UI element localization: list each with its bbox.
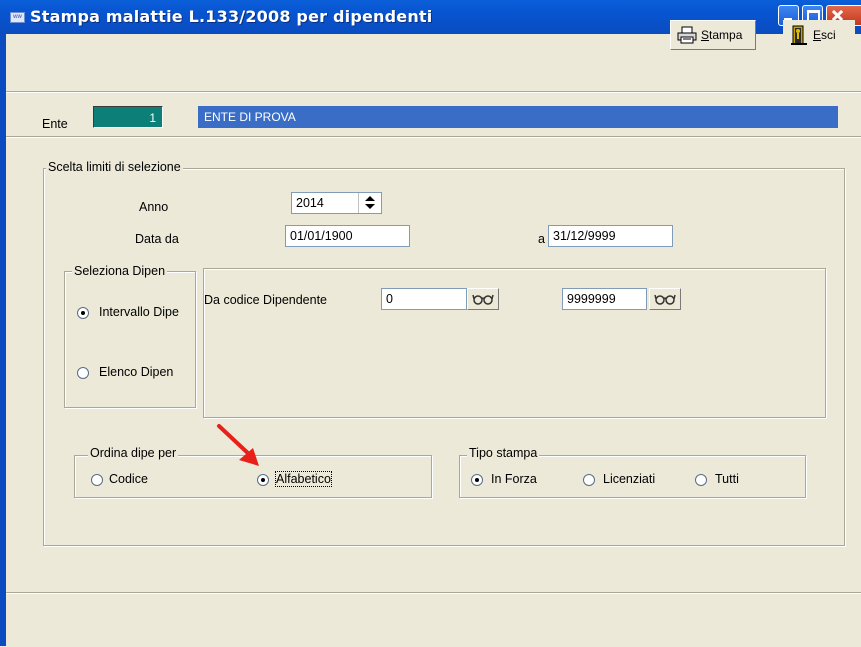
red-arrow-icon	[217, 424, 259, 466]
stampa-button[interactable]: Stampa	[670, 20, 756, 50]
data-a-label: a	[538, 232, 545, 246]
spin-up-icon[interactable]	[365, 196, 375, 201]
printer-icon	[677, 26, 697, 44]
elenco-dipen-radio[interactable]	[77, 367, 89, 379]
ente-code-field[interactable]: 1	[93, 106, 163, 128]
tipo-stampa-title: Tipo stampa	[467, 446, 540, 460]
data-da-label: Data da	[135, 232, 179, 246]
exit-door-icon	[791, 25, 807, 45]
alfabetico-label[interactable]: Alfabetico	[275, 471, 332, 487]
intervallo-dipe-radio[interactable]	[77, 307, 89, 319]
anno-spinner[interactable]	[358, 193, 381, 213]
glasses-lookup-icon[interactable]	[467, 288, 499, 310]
glasses-lookup-icon[interactable]	[649, 288, 681, 310]
app-icon: ww	[10, 12, 25, 23]
ordina-dipe-title: Ordina dipe per	[88, 446, 179, 460]
da-codice-field[interactable]: 0	[381, 288, 467, 310]
dipendenti-range-panel	[203, 268, 826, 418]
selection-limits-title: Scelta limiti di selezione	[46, 160, 183, 174]
alfabetico-radio[interactable]	[257, 474, 269, 486]
glasses-icon	[472, 294, 494, 305]
da-codice-label: Da codice Dipendente	[204, 293, 327, 307]
anno-label: Anno	[139, 200, 169, 214]
intervallo-dipe-label[interactable]: Intervallo Dipe	[99, 305, 179, 319]
tutti-label[interactable]: Tutti	[715, 472, 739, 486]
stampa-label-accel: S	[701, 28, 710, 42]
glasses-icon	[654, 294, 676, 305]
elenco-dipen-label[interactable]: Elenco Dipen	[99, 365, 173, 379]
codice-radio[interactable]	[91, 474, 103, 486]
licenziati-radio[interactable]	[583, 474, 595, 486]
licenziati-label[interactable]: Licenziati	[603, 472, 655, 486]
codice-label[interactable]: Codice	[109, 472, 148, 486]
esci-button[interactable]: Esci	[783, 20, 855, 50]
status-bar	[6, 592, 861, 647]
ente-name-field: ENTE DI PROVA	[198, 106, 838, 128]
data-da-field[interactable]: 01/01/1900	[285, 225, 410, 247]
window-title: Stampa malattie L.133/2008 per dipendent…	[30, 7, 433, 26]
esci-label-rest: sci	[821, 28, 836, 42]
esci-label-accel: E	[813, 28, 822, 42]
in-forza-radio[interactable]	[471, 474, 483, 486]
esci-label: Esci	[813, 28, 836, 42]
spin-down-icon[interactable]	[365, 204, 375, 209]
ente-label: Ente	[42, 117, 68, 131]
in-forza-label[interactable]: In Forza	[491, 472, 537, 486]
seleziona-dipen-title: Seleziona Dipen	[72, 264, 168, 278]
seleziona-dipen-group	[64, 271, 196, 408]
stampa-label: Stampa	[701, 28, 742, 42]
tutti-radio[interactable]	[695, 474, 707, 486]
data-a-field[interactable]: 31/12/9999	[548, 225, 673, 247]
stampa-label-rest: tampa	[709, 28, 743, 42]
a-codice-field[interactable]: 9999999	[562, 288, 647, 310]
